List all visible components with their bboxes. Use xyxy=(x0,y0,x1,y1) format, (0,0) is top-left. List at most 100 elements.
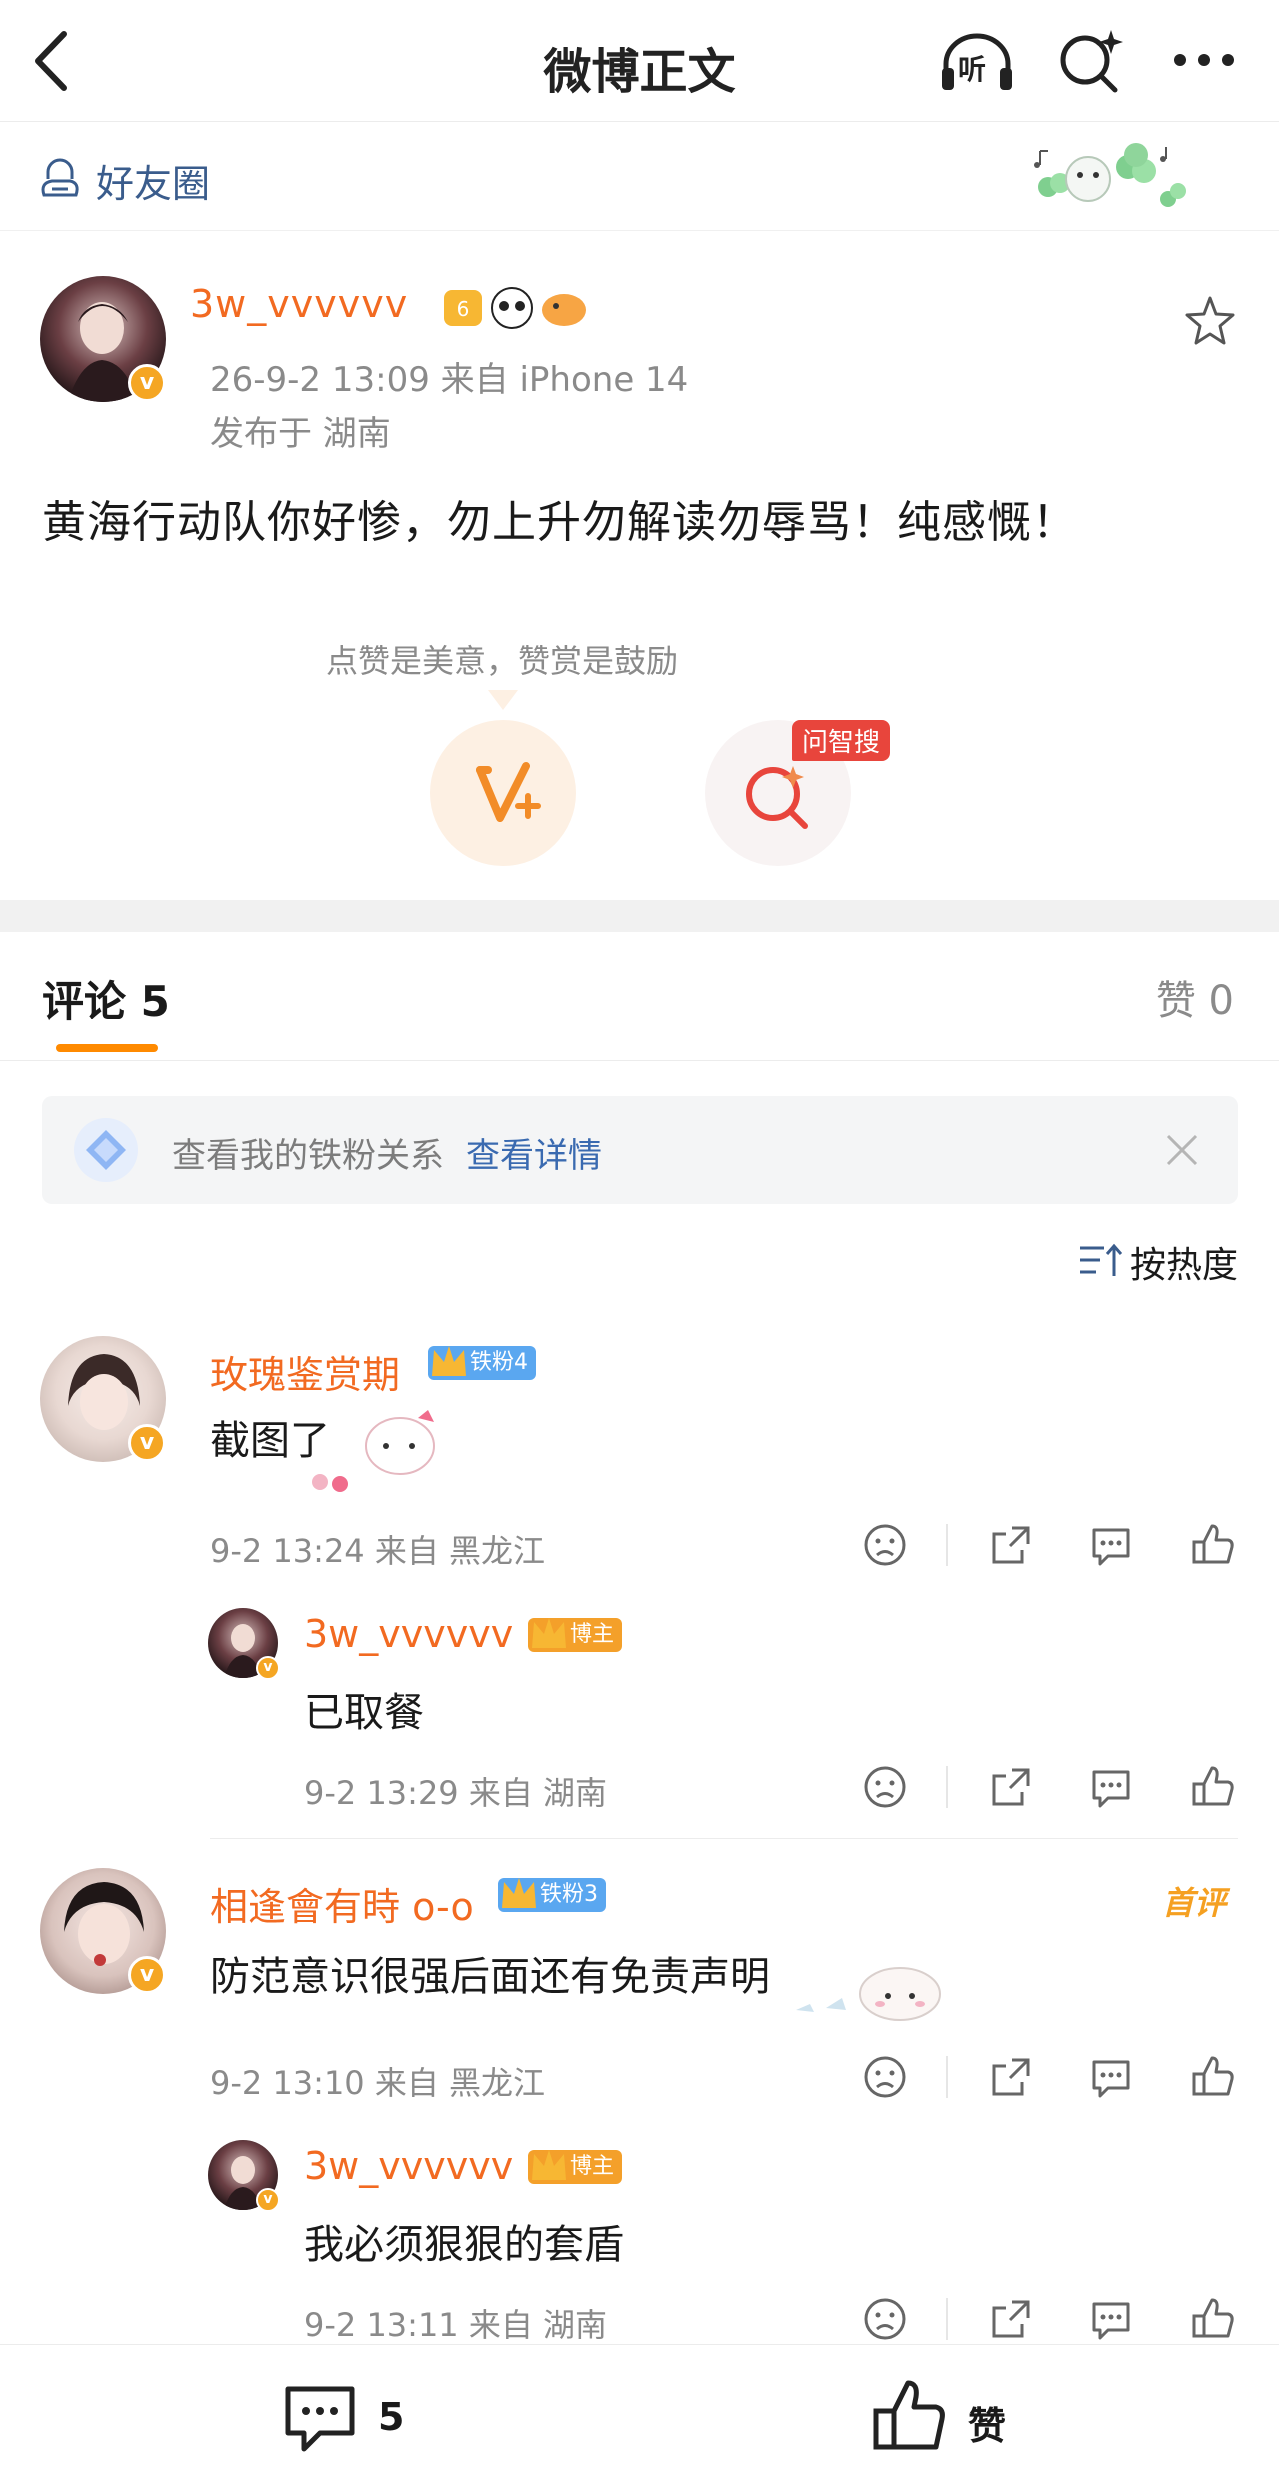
dislike-button[interactable] xyxy=(862,2296,908,2342)
thumbs-up-icon xyxy=(873,2380,945,2450)
like-button[interactable] xyxy=(1190,2054,1236,2100)
close-banner-button[interactable] xyxy=(1164,1132,1200,1168)
diamond-icon xyxy=(72,1116,140,1184)
comment-meta: 9-2 13:10 来自 黑龙江 xyxy=(210,2064,546,2102)
reply-button[interactable] xyxy=(1088,2054,1134,2100)
iron-fan-badge: 铁粉3 xyxy=(498,1878,606,1912)
verified-badge-icon: v xyxy=(128,364,166,402)
reward-button[interactable] xyxy=(430,720,576,866)
tab-likes[interactable]: 赞 0 xyxy=(1156,968,1234,1026)
frown-face-icon xyxy=(864,2056,906,2098)
frown-face-icon xyxy=(864,1766,906,1808)
post-content: 黄海行动队你好惨，勿上升勿解读勿辱骂！纯感慨！ xyxy=(42,497,1077,548)
verified-badge-icon: v xyxy=(256,1656,280,1680)
verified-badge-icon: v xyxy=(128,1956,166,1994)
comment-meta: 9-2 13:24 来自 黑龙江 xyxy=(210,1532,546,1570)
frown-face-icon xyxy=(864,1524,906,1566)
reply-meta: 9-2 13:11 来自 湖南 xyxy=(304,2306,608,2344)
zhisou-search-button[interactable] xyxy=(1055,26,1125,96)
action-separator xyxy=(946,1766,948,1808)
post-owner-badge: 博主 xyxy=(528,2150,623,2184)
reply-name[interactable]: 3w_vvvvvv xyxy=(304,1612,513,1656)
share-icon xyxy=(992,1768,1030,1806)
tab-active-indicator xyxy=(56,1044,158,1052)
friends-circle-label: 好友圈 xyxy=(96,162,211,206)
share-button[interactable] xyxy=(988,2054,1034,2100)
bottom-action-bar: 5 赞 xyxy=(0,2344,1279,2492)
tabs-divider xyxy=(0,1060,1279,1061)
bun-sticker-icon xyxy=(796,1967,941,2021)
like-button[interactable] xyxy=(1190,1522,1236,1568)
commenter-avatar[interactable]: v xyxy=(40,1868,166,1994)
share-button[interactable] xyxy=(988,1764,1034,1810)
thumbs-up-icon xyxy=(1192,1766,1234,1806)
listen-label: 听 xyxy=(958,53,987,86)
reply-meta: 9-2 13:29 来自 湖南 xyxy=(304,1774,608,1812)
badge-label: 铁粉3 xyxy=(540,1882,598,1907)
reply-avatar[interactable]: v xyxy=(208,2140,280,2212)
first-comment-tag: 首评 xyxy=(1162,1884,1227,1922)
like-button[interactable] xyxy=(1190,1764,1236,1810)
action-separator xyxy=(946,2298,948,2340)
hint-pointer-icon xyxy=(488,690,518,710)
sort-icon xyxy=(1080,1243,1122,1276)
sort-by-heat-button[interactable]: 按热度 xyxy=(1078,1236,1238,1286)
comment-icon xyxy=(1092,1770,1130,1808)
crown-icon xyxy=(532,2150,566,2180)
dislike-button[interactable] xyxy=(862,2054,908,2100)
listen-button[interactable]: 听 xyxy=(938,30,1016,94)
kitty-sticker-icon xyxy=(312,1410,435,1492)
reply-text: 已取餐 xyxy=(304,1690,424,1736)
crown-icon xyxy=(432,1346,466,1376)
tab-comments[interactable]: 评论 5 xyxy=(42,968,170,1029)
fan-details-link[interactable]: 查看详情 xyxy=(466,1128,602,1177)
post-time-source: 26-9-2 13:09 来自 iPhone 14 xyxy=(210,360,689,400)
iron-fan-banner: 查看我的铁粉关系 查看详情 xyxy=(42,1096,1238,1204)
share-button[interactable] xyxy=(988,2296,1034,2342)
share-button[interactable] xyxy=(988,1522,1034,1568)
author-avatar[interactable]: v xyxy=(40,276,166,402)
comment-text: 防范意识很强后面还有免责声明 xyxy=(210,1954,770,2000)
action-separator xyxy=(946,1524,948,1566)
zhisou-tag: 问智搜 xyxy=(792,720,891,761)
svg-text:6: 6 xyxy=(457,297,470,321)
v-plus-icon xyxy=(476,762,541,822)
dislike-button[interactable] xyxy=(862,1764,908,1810)
post-owner-badge: 博主 xyxy=(528,1618,623,1652)
friends-circle-bar[interactable]: 好友圈 xyxy=(0,123,1279,231)
thumbs-up-icon xyxy=(1192,2298,1234,2338)
dislike-button[interactable] xyxy=(862,1522,908,1568)
commenter-avatar[interactable]: v xyxy=(40,1336,166,1462)
crown-icon xyxy=(532,1618,566,1648)
bottom-like-button[interactable] xyxy=(870,2377,950,2457)
thumbs-up-icon xyxy=(1192,2056,1234,2096)
reply-avatar[interactable]: v xyxy=(208,1608,280,1680)
star-icon xyxy=(1185,296,1235,345)
reply-name[interactable]: 3w_vvvvvv xyxy=(304,2144,513,2188)
more-button[interactable] xyxy=(1168,40,1240,80)
more-dots-icon xyxy=(1174,54,1234,66)
thumbs-up-icon xyxy=(1192,1524,1234,1564)
comment-icon xyxy=(1092,2060,1130,2098)
favorite-button[interactable] xyxy=(1183,294,1237,348)
frown-face-icon xyxy=(864,2298,906,2340)
comment-divider xyxy=(210,1838,1238,1839)
reply-button[interactable] xyxy=(1088,1522,1134,1568)
like-button[interactable] xyxy=(1190,2296,1236,2342)
crown-icon xyxy=(502,1878,536,1908)
iron-fan-badge: 铁粉4 xyxy=(428,1346,536,1380)
share-icon xyxy=(992,1526,1030,1564)
author-username[interactable]: 3w_vvvvvv xyxy=(190,282,408,326)
commenter-name[interactable]: 玫瑰鉴赏期 xyxy=(210,1344,400,1399)
fan-banner-text: 查看我的铁粉关系 xyxy=(172,1136,444,1176)
post-location: 发布于 湖南 xyxy=(210,414,391,454)
bottom-comment-button[interactable] xyxy=(280,2381,360,2457)
comment-icon xyxy=(285,2386,355,2452)
share-icon xyxy=(992,2300,1030,2338)
like-hint-text: 点赞是美意，赞赏是鼓励 xyxy=(325,642,678,680)
reply-button[interactable] xyxy=(1088,1764,1134,1810)
verified-badge-icon: v xyxy=(256,2188,280,2212)
commenter-name[interactable]: 相逢會有時 o-o xyxy=(210,1876,474,1931)
reply-button[interactable] xyxy=(1088,2296,1134,2342)
section-divider xyxy=(0,900,1279,932)
